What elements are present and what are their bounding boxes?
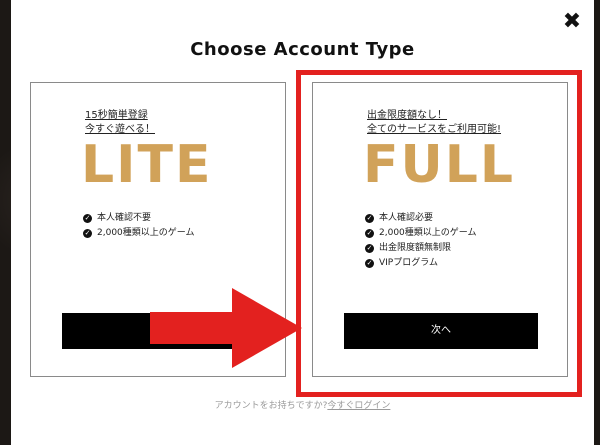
feature-item: ✓ VIPプログラム	[365, 258, 438, 268]
login-prompt: アカウントをお持ちですか?今すぐログイン	[11, 398, 594, 411]
full-card: 出金限度額なし！ 全てのサービスをご利用可能! FULL ✓ 本人確認必要 ✓ 2,…	[312, 82, 568, 377]
feature-item: ✓ 2,000種類以上のゲーム	[365, 228, 477, 238]
feature-item: ✓ 2,000種類以上のゲーム	[83, 228, 195, 238]
lite-promo-line: 15秒簡単登録	[85, 110, 148, 121]
full-promo: 出金限度額なし！ 全てのサービスをご利用可能!	[367, 109, 501, 137]
close-icon[interactable]: ✖	[562, 11, 582, 33]
full-plan-name: FULL	[363, 135, 516, 195]
lite-feature-list: ✓ 本人確認不要 ✓ 2,000種類以上のゲーム	[83, 211, 195, 241]
lite-promo: 15秒簡単登録 今すぐ遊べる！	[85, 109, 155, 137]
modal-title: Choose Account Type	[190, 39, 415, 60]
lite-plan-name: LITE	[81, 135, 213, 195]
check-circle-icon: ✓	[365, 214, 374, 223]
check-circle-icon: ✓	[83, 214, 92, 223]
full-promo-line: 出金限度額なし！	[367, 110, 447, 121]
account-type-modal: ✖ Choose Account Type 15秒簡単登録 今すぐ遊べる！ LI…	[11, 0, 594, 445]
feature-item: ✓ 本人確認必要	[365, 213, 434, 223]
right-arrow-icon	[150, 288, 302, 368]
feature-item: ✓ 本人確認不要	[83, 213, 152, 223]
login-question: アカウントをお持ちですか?	[214, 401, 328, 411]
login-link[interactable]: 今すぐログイン	[327, 401, 390, 411]
full-next-button[interactable]: 次へ	[344, 313, 538, 349]
check-circle-icon: ✓	[365, 244, 374, 253]
full-feature-list: ✓ 本人確認必要 ✓ 2,000種類以上のゲーム ✓ 出金限度額無制限 ✓ VIPプログ…	[365, 211, 477, 271]
check-circle-icon: ✓	[365, 259, 374, 268]
feature-item: ✓ 出金限度額無制限	[365, 243, 452, 253]
check-circle-icon: ✓	[365, 229, 374, 238]
check-circle-icon: ✓	[83, 229, 92, 238]
